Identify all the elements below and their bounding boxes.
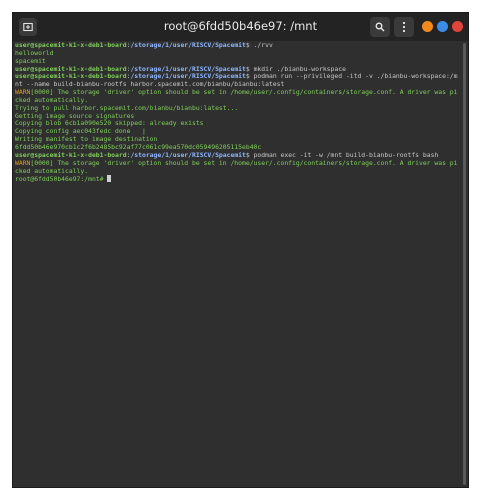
warning-tag: WARN: [15, 88, 31, 97]
terminal-line: user@spacemit-k1-x-deb1-board:/storage/1…: [15, 41, 458, 50]
warning-text: [0000] The storage 'driver' option shoul…: [15, 158, 458, 175]
terminal-line: user@spacemit-k1-x-deb1-board:/storage/1…: [15, 72, 458, 89]
kebab-menu-icon: [402, 21, 406, 33]
prompt-path: /storage/1/user/RISCV/Spacemit: [130, 41, 246, 49]
prompt-user: user@spacemit-k1-x-deb1-board: [15, 150, 127, 159]
prompt-path: /storage/1/user/RISCV/Spacemit: [130, 150, 246, 159]
terminal-line: helloworld: [15, 48, 458, 58]
output-text: Copying config aec043fedc done |: [15, 127, 146, 136]
minimize-button[interactable]: [422, 21, 433, 32]
prompt-user: user@spacemit-k1-x-deb1-board: [15, 72, 127, 81]
terminal-line: WARN[0000] The storage 'driver' option s…: [15, 158, 458, 176]
output-text: Trying to pull harbor.spacemit.com/bianb…: [15, 103, 239, 112]
terminal-output[interactable]: user@spacemit-k1-x-deb1-board:/storage/1…: [13, 41, 460, 487]
prompt-symbol: $: [245, 72, 254, 81]
output-text: helloworld: [15, 48, 54, 57]
prompt-user: user@spacemit-k1-x-deb1-board: [15, 64, 127, 73]
close-button[interactable]: [452, 21, 463, 32]
scrollbar[interactable]: [463, 43, 466, 485]
output-text: 6fdd50b46e970cb1c2f6b2485bc92af77c061c99…: [15, 142, 262, 151]
output-text: Writing manifest to image destination: [15, 135, 158, 144]
prompt-user: user@spacemit-k1-x-deb1-board: [15, 41, 127, 49]
warning-text: [0000] The storage 'driver' option shoul…: [15, 88, 458, 104]
terminal-cursor: [107, 175, 112, 183]
warning-tag: WARN: [15, 158, 31, 167]
prompt-symbol: $: [245, 64, 254, 73]
command-text: podman exec -it -w /mnt build-bianbu-roo…: [253, 150, 439, 159]
terminal-window: root@6fdd50b46e97: /mnt user@spacemit-k1…: [12, 12, 469, 488]
command-text: mkdir ./bianbu-workspace: [253, 64, 346, 73]
output-text: spacemit: [15, 56, 46, 65]
search-button[interactable]: [370, 17, 390, 37]
root-prompt: root@6fdd50b46e97:/mnt#: [15, 175, 108, 184]
prompt-symbol: $: [245, 41, 254, 49]
title-bar[interactable]: root@6fdd50b46e97: /mnt: [13, 13, 468, 41]
output-text: Getting image source signatures: [15, 111, 135, 120]
search-icon: [375, 22, 385, 32]
terminal-line: root@6fdd50b46e97:/mnt#: [15, 175, 458, 184]
prompt-symbol: $: [245, 150, 254, 159]
maximize-button[interactable]: [437, 21, 448, 32]
terminal-line: WARN[0000] The storage 'driver' option s…: [15, 88, 458, 105]
prompt-path: /storage/1/user/RISCV/Spacemit: [130, 64, 246, 73]
menu-button[interactable]: [394, 17, 414, 37]
output-text: Copying blob 6cb1a090e520 skipped: alrea…: [15, 119, 204, 128]
prompt-path: /storage/1/user/RISCV/Spacemit: [130, 72, 246, 81]
command-text: ./rvv: [253, 41, 273, 49]
